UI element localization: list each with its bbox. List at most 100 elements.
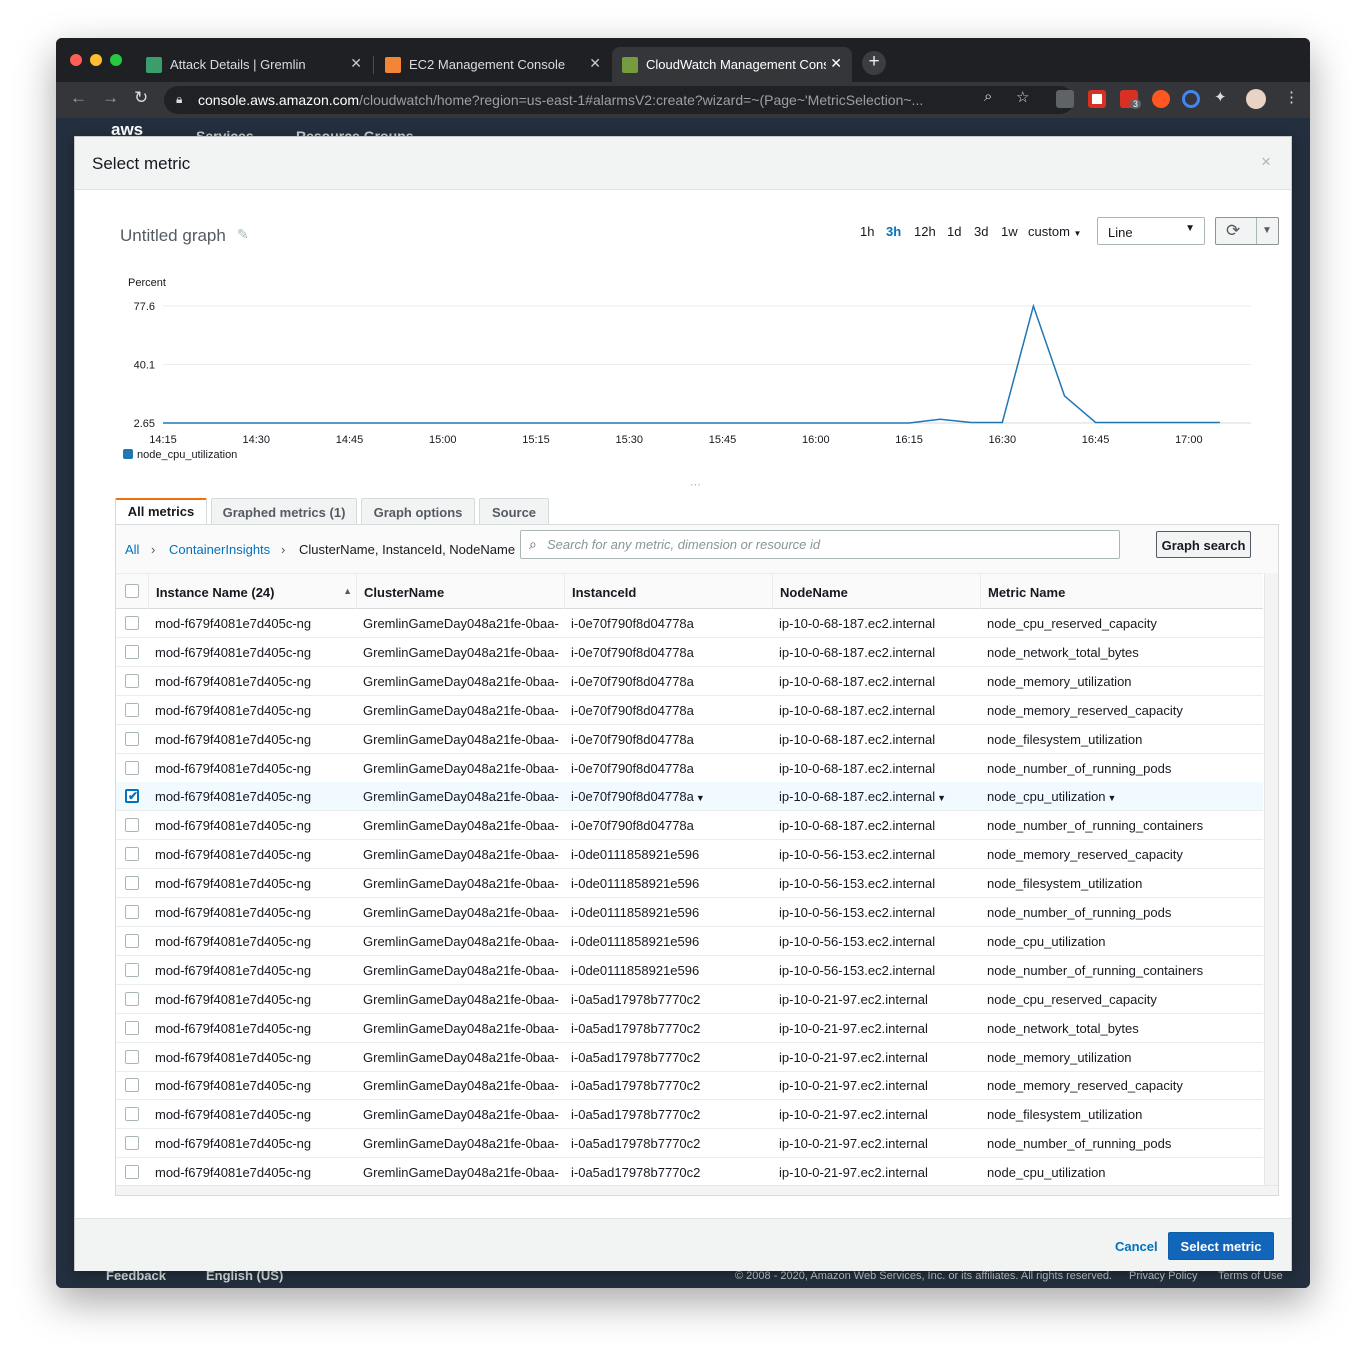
tab-source[interactable]: Source: [479, 498, 549, 525]
tab-graphed-metrics[interactable]: Graphed metrics (1): [211, 498, 357, 525]
column-metric-name[interactable]: Metric Name: [980, 574, 1263, 609]
chevron-down-icon[interactable]: ▼: [1262, 225, 1272, 236]
row-checkbox[interactable]: [125, 933, 139, 948]
bookmark-star-icon[interactable]: ☆: [1016, 88, 1029, 106]
new-tab-button[interactable]: +: [862, 51, 886, 75]
row-checkbox[interactable]: [125, 731, 139, 746]
horizontal-scrollbar[interactable]: [116, 1185, 1278, 1195]
range-3h[interactable]: 3h: [886, 224, 901, 239]
row-checkbox[interactable]: [125, 1136, 139, 1151]
column-instance-id[interactable]: InstanceId: [564, 574, 772, 609]
table-row[interactable]: mod-f679f4081e7d405c-ng GremlinGameDay048…: [116, 725, 1263, 754]
maximize-window-button[interactable]: [110, 54, 122, 66]
row-checkbox[interactable]: [125, 1020, 139, 1035]
row-checkbox[interactable]: [125, 818, 139, 833]
breadcrumb-all[interactable]: All: [125, 542, 139, 557]
shield-extension-icon[interactable]: [1152, 90, 1170, 108]
address-bar[interactable]: 🔒︎ console.aws.amazon.com/cloudwatch/hom…: [164, 86, 1074, 114]
tab-manager-extension-icon[interactable]: [1056, 90, 1074, 108]
close-tab-icon[interactable]: ✕: [589, 55, 601, 72]
row-checkbox[interactable]: [125, 616, 139, 630]
tab-graph-options[interactable]: Graph options: [361, 498, 475, 525]
range-12h[interactable]: 12h: [914, 224, 936, 239]
table-row[interactable]: mod-f679f4081e7d405c-ng GremlinGameDay048…: [116, 609, 1263, 638]
table-row[interactable]: mod-f679f4081e7d405c-ng GremlinGameDay048…: [116, 927, 1263, 956]
row-checkbox[interactable]: [125, 760, 139, 775]
chevron-down-icon[interactable]: ▼: [1108, 793, 1117, 803]
close-tab-icon[interactable]: ✕: [826, 55, 842, 72]
table-row[interactable]: mod-f679f4081e7d405c-ng GremlinGameDay048…: [116, 1158, 1263, 1188]
resize-handle-icon[interactable]: ⋯: [690, 478, 701, 491]
table-row[interactable]: mod-f679f4081e7d405c-ng GremlinGameDay048…: [116, 754, 1263, 783]
sync-extension-icon[interactable]: [1182, 90, 1200, 108]
row-checkbox[interactable]: [125, 1165, 139, 1180]
close-tab-icon[interactable]: ✕: [350, 55, 362, 72]
column-instance-name[interactable]: Instance Name (24) ▲: [148, 574, 356, 609]
table-row[interactable]: mod-f679f4081e7d405c-ng GremlinGameDay048…: [116, 1071, 1263, 1101]
graph-search-button[interactable]: Graph search: [1156, 531, 1251, 558]
breadcrumb-namespace[interactable]: ContainerInsights: [169, 542, 270, 557]
medical-cross-extension-icon[interactable]: [1088, 90, 1106, 108]
tab-all-metrics[interactable]: All metrics: [115, 498, 207, 526]
row-checkbox[interactable]: [125, 1078, 139, 1093]
table-row[interactable]: mod-f679f4081e7d405c-ng GremlinGameDay048…: [116, 1043, 1263, 1072]
forward-arrow-icon[interactable]: →: [102, 88, 119, 108]
pencil-edit-icon[interactable]: ✎: [237, 226, 249, 243]
chevron-down-icon[interactable]: ▼: [937, 793, 946, 803]
cancel-button[interactable]: Cancel: [1115, 1239, 1158, 1254]
row-checkbox[interactable]: ✔: [125, 789, 139, 804]
row-checkbox[interactable]: [125, 991, 139, 1006]
range-1d[interactable]: 1d: [947, 224, 961, 239]
chart-type-select[interactable]: Line ▼: [1097, 217, 1205, 245]
back-arrow-icon[interactable]: ←: [70, 88, 87, 108]
select-metric-button[interactable]: Select metric: [1168, 1232, 1274, 1260]
table-row[interactable]: mod-f679f4081e7d405c-ng GremlinGameDay048…: [116, 898, 1263, 927]
browser-tab-gremlin[interactable]: Attack Details | Gremlin ✕: [136, 47, 372, 82]
vertical-scrollbar[interactable]: [1264, 573, 1278, 1185]
row-checkbox[interactable]: [125, 673, 139, 688]
terms-of-use-link[interactable]: Terms of Use: [1218, 1270, 1283, 1282]
column-node-name[interactable]: NodeName: [772, 574, 980, 609]
graph-title[interactable]: Untitled graph: [120, 226, 226, 246]
column-cluster-name[interactable]: ClusterName: [356, 574, 564, 609]
table-row[interactable]: mod-f679f4081e7d405c-ng GremlinGameDay048…: [116, 1100, 1263, 1130]
select-all-checkbox[interactable]: [125, 584, 139, 598]
table-row[interactable]: mod-f679f4081e7d405c-ng GremlinGameDay048…: [116, 956, 1263, 985]
profile-avatar[interactable]: [1246, 89, 1266, 109]
minimize-window-button[interactable]: [90, 54, 102, 66]
row-checkbox[interactable]: [125, 962, 139, 977]
table-row[interactable]: mod-f679f4081e7d405c-ng GremlinGameDay048…: [116, 869, 1263, 899]
browser-tab-ec2[interactable]: EC2 Management Console ✕: [375, 47, 611, 82]
table-row[interactable]: mod-f679f4081e7d405c-ng GremlinGameDay048…: [116, 985, 1263, 1014]
puzzle-extensions-icon[interactable]: ✦: [1214, 88, 1227, 106]
row-checkbox[interactable]: [125, 1049, 139, 1064]
metric-search-input[interactable]: ⌕ Search for any metric, dimension or re…: [520, 530, 1120, 559]
table-row[interactable]: mod-f679f4081e7d405c-ng GremlinGameDay048…: [116, 696, 1263, 725]
refresh-button[interactable]: ⟳ ▼: [1215, 217, 1279, 245]
range-1h[interactable]: 1h: [860, 224, 874, 239]
range-custom[interactable]: custom ▼: [1028, 224, 1081, 239]
table-row[interactable]: mod-f679f4081e7d405c-ng GremlinGameDay048…: [116, 811, 1263, 841]
table-row[interactable]: mod-f679f4081e7d405c-ng GremlinGameDay048…: [116, 638, 1263, 667]
table-row[interactable]: mod-f679f4081e7d405c-ng GremlinGameDay048…: [116, 1014, 1263, 1043]
row-checkbox[interactable]: [125, 644, 139, 659]
browser-menu-icon[interactable]: ⋮: [1284, 88, 1299, 106]
chevron-down-icon[interactable]: ▼: [696, 793, 705, 803]
row-checkbox[interactable]: [125, 876, 139, 891]
row-checkbox[interactable]: [125, 847, 139, 862]
row-checkbox[interactable]: [125, 905, 139, 919]
table-row[interactable]: ✔ mod-f679f4081e7d405c-ng GremlinGameDay04…: [116, 782, 1263, 812]
zoom-search-icon[interactable]: ⌕: [984, 88, 992, 105]
table-row[interactable]: mod-f679f4081e7d405c-ng GremlinGameDay048…: [116, 667, 1263, 696]
row-checkbox[interactable]: [125, 1107, 139, 1122]
close-window-button[interactable]: [70, 54, 82, 66]
row-checkbox[interactable]: [125, 702, 139, 717]
close-icon[interactable]: ×: [1261, 152, 1271, 172]
red-badge-extension-icon[interactable]: 3: [1120, 90, 1142, 109]
range-1w[interactable]: 1w: [1001, 224, 1018, 239]
range-3d[interactable]: 3d: [974, 224, 988, 239]
reload-icon[interactable]: ↻: [134, 88, 148, 108]
sort-ascending-icon[interactable]: ▲: [343, 586, 352, 596]
privacy-policy-link[interactable]: Privacy Policy: [1129, 1270, 1197, 1282]
table-row[interactable]: mod-f679f4081e7d405c-ng GremlinGameDay048…: [116, 840, 1263, 870]
